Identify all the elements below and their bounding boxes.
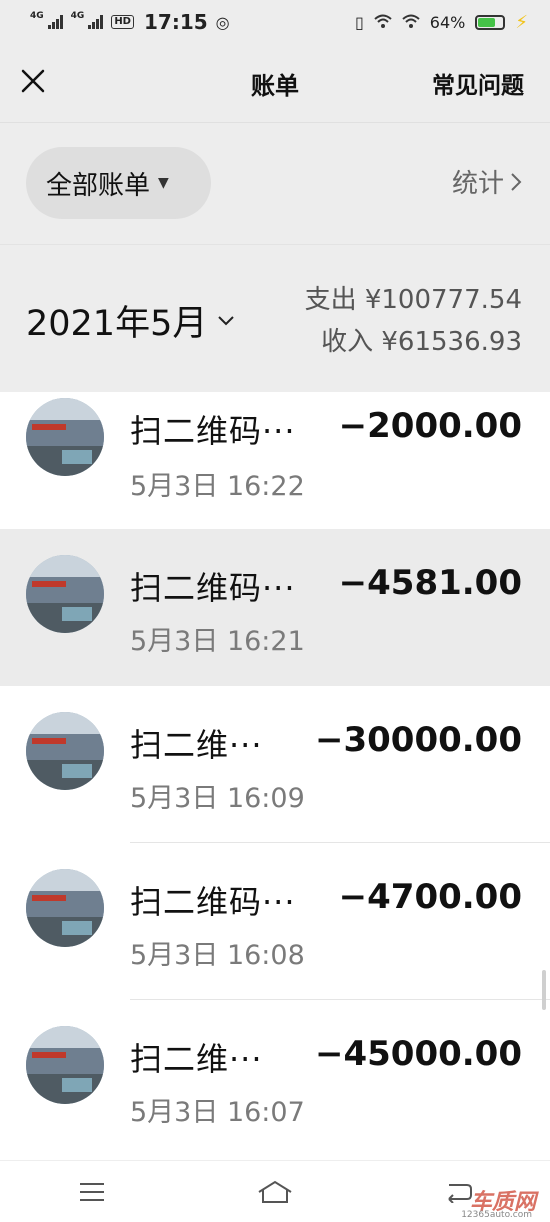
wifi-icon	[402, 13, 420, 32]
transaction-amount: −2000.00	[338, 406, 522, 446]
transaction-amount: −4581.00	[338, 563, 522, 603]
chevron-down-icon	[218, 315, 235, 325]
charging-icon: ⚡	[515, 11, 528, 33]
bill-type-filter[interactable]: 全部账单 ▼	[26, 147, 211, 219]
transaction-time: 5月3日 16:22	[130, 471, 305, 502]
transaction-time: 5月3日 16:21	[130, 626, 305, 657]
merchant-avatar	[26, 1026, 104, 1104]
merchant-avatar	[26, 869, 104, 947]
income-total: 收入 ¥61536.93	[321, 327, 522, 357]
transaction-amount: −30000.00	[314, 720, 522, 760]
bill-type-label: 全部账单	[46, 170, 151, 201]
status-bar: 4G 4G HD 17:15 ◎ ▯ 64% ⚡	[0, 0, 550, 44]
transaction-name: 扫二维码···	[130, 569, 296, 607]
transaction-row[interactable]: 扫二维··· −45000.00 5月3日 16:07	[0, 1000, 550, 1157]
battery-icon	[475, 14, 506, 30]
transaction-name: 扫二维码···	[130, 883, 296, 921]
battery-percent: 64%	[429, 12, 466, 32]
month-summary: 2021年5月 支出 ¥100777.54 收入 ¥61536.93	[0, 244, 550, 392]
merchant-avatar	[26, 398, 104, 476]
faq-link[interactable]: 常见问题	[432, 66, 524, 100]
status-left: 4G 4G HD 17:15 ◎	[30, 10, 230, 34]
app-notification-icon: ◎	[215, 12, 230, 32]
transaction-row[interactable]: 扫二维码··· −4581.00 5月3日 16:21	[0, 529, 550, 686]
transaction-time: 5月3日 16:09	[130, 783, 305, 814]
expense-total: 支出 ¥100777.54	[304, 285, 522, 315]
transaction-name: 扫二维···	[130, 1040, 263, 1078]
filter-row: 全部账单 ▼ 统计	[0, 122, 550, 244]
wifi-call-icon	[374, 13, 392, 32]
transaction-name: 扫二维码···	[130, 412, 296, 450]
menu-button[interactable]	[62, 1172, 122, 1212]
merchant-avatar	[26, 555, 104, 633]
back-icon	[448, 1183, 473, 1203]
chevron-right-icon	[511, 172, 522, 191]
network-label: 4G	[30, 11, 44, 21]
transaction-amount: −45000.00	[314, 1034, 522, 1074]
stats-link[interactable]: 统计	[452, 163, 522, 200]
hd-icon: HD	[111, 15, 134, 29]
status-right: ▯ 64% ⚡	[355, 12, 528, 33]
transaction-time: 5月3日 16:08	[130, 940, 305, 971]
transaction-time: 5月3日 16:07	[130, 1097, 305, 1128]
title-bar: 账单 常见问题	[0, 44, 550, 122]
clock: 17:15	[143, 10, 208, 34]
transaction-name: 扫二维···	[130, 726, 263, 764]
transaction-row[interactable]: 扫二维码··· −2000.00 5月3日 16:22	[0, 392, 550, 549]
vibrate-icon: ▯	[354, 12, 364, 32]
watermark-url: 12365auto.com	[461, 1210, 532, 1220]
network-label-2: 4G	[70, 11, 85, 21]
menu-icon	[79, 1182, 104, 1201]
signal-icon	[47, 15, 63, 29]
home-icon	[258, 1180, 292, 1203]
month-selector[interactable]: 2021年5月	[26, 295, 235, 346]
caret-down-icon: ▼	[158, 175, 169, 191]
scrollbar[interactable]	[542, 970, 546, 1010]
home-button[interactable]	[245, 1172, 305, 1212]
transaction-row[interactable]: 扫二维码··· −4700.00 5月3日 16:08	[0, 843, 550, 1000]
month-totals: 支出 ¥100777.54 收入 ¥61536.93	[305, 279, 522, 363]
transaction-row[interactable]: 扫二维··· −30000.00 5月3日 16:09	[0, 686, 550, 843]
transaction-amount: −4700.00	[338, 877, 522, 917]
merchant-avatar	[26, 712, 104, 790]
transaction-list: 扫二维码··· −2000.00 5月3日 16:22 扫二维码··· −458…	[0, 392, 550, 1160]
stats-label: 统计	[451, 169, 504, 199]
month-label: 2021年5月	[26, 304, 208, 344]
signal-icon-2	[88, 15, 104, 29]
